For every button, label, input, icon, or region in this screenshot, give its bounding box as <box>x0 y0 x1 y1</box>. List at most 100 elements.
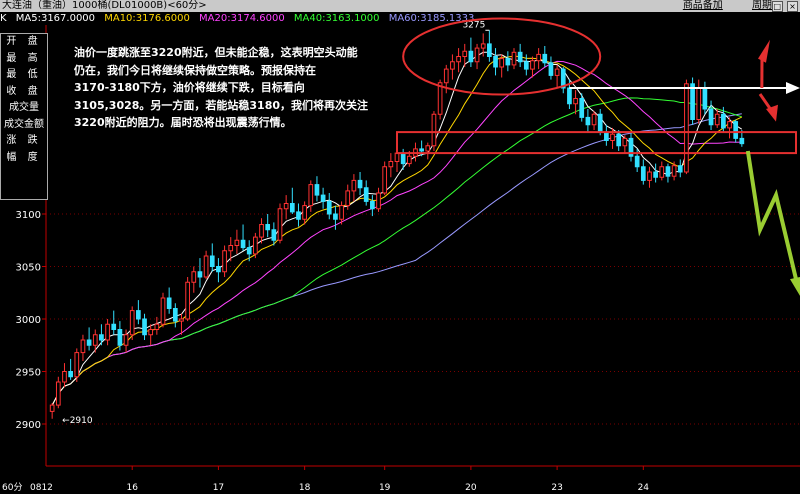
candle-body <box>671 165 677 177</box>
candle-body <box>68 371 73 378</box>
candle-body <box>567 87 572 105</box>
candle <box>640 159 646 185</box>
candle-body <box>99 334 104 341</box>
candle-body <box>129 310 135 336</box>
candle-body <box>406 155 412 165</box>
candle <box>659 161 665 181</box>
candle-body <box>480 43 486 49</box>
analysis-line-4: 3105,3028。另一方面，若能站稳3180，我们将再次关注 <box>74 98 369 112</box>
candle <box>240 224 246 251</box>
candle-body <box>425 145 431 152</box>
candle <box>209 243 215 272</box>
candle <box>542 46 548 67</box>
candle <box>68 358 73 380</box>
candle <box>345 184 351 210</box>
down-arrowhead <box>790 277 800 296</box>
candle <box>185 277 190 322</box>
candle <box>604 124 609 146</box>
down-arrow-path <box>745 150 800 288</box>
candle-body <box>179 318 184 322</box>
y-axis: 2900 2950 3000 3050 3100 <box>16 210 46 431</box>
candle <box>653 163 658 183</box>
candle-body <box>363 187 369 202</box>
candle-body <box>640 166 646 181</box>
candle <box>548 56 554 80</box>
candle <box>326 193 332 220</box>
candle-body <box>339 205 344 220</box>
candle-body <box>62 371 67 383</box>
y-tick-label-3100: 3100 <box>16 210 41 221</box>
candle-body <box>653 171 658 178</box>
candle-body <box>265 224 271 231</box>
candle-body <box>493 56 498 68</box>
candle-body <box>727 121 732 129</box>
candle-body <box>142 318 147 336</box>
candle-body <box>388 161 394 168</box>
candle <box>733 119 739 143</box>
candle <box>259 218 264 244</box>
candle <box>154 316 160 335</box>
candle <box>690 77 695 125</box>
x-date-label-24: 24 <box>638 483 650 493</box>
candle-body <box>166 297 172 309</box>
candle-body <box>530 60 535 70</box>
candle-body <box>55 381 61 406</box>
candle <box>413 142 418 162</box>
candle <box>702 81 708 115</box>
candle-body <box>271 229 277 241</box>
candle <box>351 174 357 202</box>
candle <box>684 79 689 175</box>
candle-body <box>289 203 295 213</box>
candle-body <box>111 323 117 330</box>
candle <box>450 54 455 80</box>
candle-body <box>49 404 55 412</box>
candle <box>382 161 388 196</box>
candle-body <box>573 98 578 105</box>
candle-body <box>579 98 585 118</box>
candle <box>80 334 86 361</box>
candle-body <box>591 113 597 126</box>
candle-body <box>536 53 541 62</box>
candle <box>363 180 369 206</box>
candle <box>468 37 474 67</box>
candle-body <box>462 50 468 57</box>
candle <box>554 64 560 88</box>
candle <box>585 109 591 133</box>
y-tick-label-2950: 2950 <box>16 368 41 379</box>
candle-body <box>302 205 307 220</box>
candle <box>283 195 289 220</box>
candle-body <box>228 245 234 252</box>
candle <box>560 67 566 94</box>
candle <box>708 100 714 130</box>
candle <box>74 348 80 382</box>
candle <box>86 327 92 351</box>
candle <box>628 132 634 162</box>
candle-body <box>296 211 301 220</box>
x-date-label-20: 20 <box>465 483 477 493</box>
candle <box>117 321 123 351</box>
candle <box>203 250 209 280</box>
candle-body <box>690 83 695 121</box>
candle <box>314 176 320 202</box>
x-date-label-0812: 0812 <box>30 483 53 493</box>
candle-body <box>277 208 283 241</box>
candle-body <box>370 200 375 210</box>
candle <box>696 79 702 124</box>
candle-body <box>400 152 406 165</box>
candle <box>511 48 517 70</box>
candle-body <box>160 297 166 325</box>
label-high: 最 高 <box>6 52 42 64</box>
candle <box>456 48 461 73</box>
candle-body <box>308 184 314 207</box>
x-date-label-16: 16 <box>126 483 138 493</box>
label-change-pct: 幅 度 <box>6 151 42 163</box>
candle-body <box>86 339 92 346</box>
candle-body <box>659 166 665 178</box>
candle <box>647 166 652 188</box>
candle <box>591 111 597 130</box>
candle-body <box>191 271 197 283</box>
candle <box>172 303 178 328</box>
candle-body <box>357 179 363 189</box>
label-volume: 成交量 <box>9 102 39 113</box>
candle <box>265 214 271 238</box>
